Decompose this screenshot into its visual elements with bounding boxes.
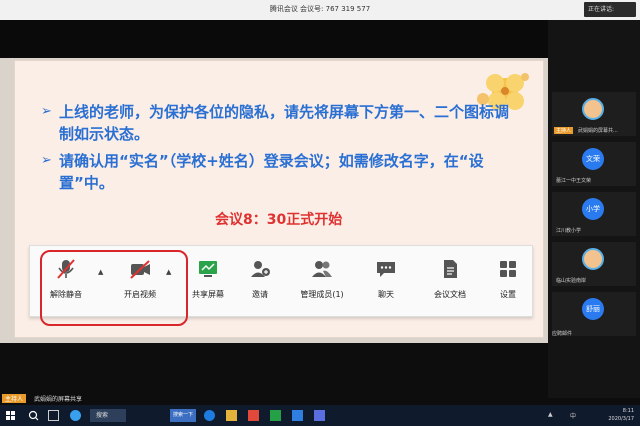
slide-card: ➢ 上线的老师，为保护各位的隐私，请先将屏幕下方第一、二个图标调制如示状态。 ➢… xyxy=(14,60,544,338)
instruction-text: 上线的老师，为保护各位的隐私，请先将屏幕下方第一、二个图标调制如示状态。 xyxy=(59,103,510,143)
meeting-docs-button[interactable]: 会议文档 xyxy=(420,258,480,300)
instruction-item: ➢ 请确认用“实名”（学校+姓名）登录会议；如需修改名字，在“设置”中。 xyxy=(41,150,511,194)
search-icon[interactable] xyxy=(28,410,39,421)
bullet-arrow-icon: ➢ xyxy=(41,153,52,168)
meeting-docs-label: 会议文档 xyxy=(434,290,466,299)
participant-list-tag-text: 应聘邮件 xyxy=(552,331,573,337)
taskbar-search-box[interactable]: 搜索 xyxy=(90,409,126,422)
app-icon[interactable] xyxy=(314,410,325,421)
video-options-caret-icon[interactable]: ▲ xyxy=(166,268,171,276)
invite-button[interactable]: 邀请 xyxy=(230,258,290,300)
meeting-title: 腾讯会议 会议号: 767 319 577 xyxy=(269,5,371,13)
start-video-label: 开启视频 xyxy=(124,290,156,299)
browser-icon[interactable] xyxy=(70,410,81,421)
video-off-icon xyxy=(130,260,150,279)
settings-label: 设置 xyxy=(500,290,516,299)
network-icon[interactable]: ▲ xyxy=(548,411,553,418)
muted-mic-icon xyxy=(57,259,75,279)
participant-name: 蕾江一中王文荣 xyxy=(556,178,592,184)
input-language[interactable]: 中 xyxy=(570,411,576,420)
share-screen-label: 共享屏幕 xyxy=(192,290,224,299)
manage-members-label: 管理成员(1) xyxy=(300,290,344,299)
settings-grid-icon xyxy=(500,261,516,277)
chat-icon xyxy=(377,262,395,277)
host-tag: 主持人 xyxy=(2,394,27,403)
taskbar-clock[interactable]: 8:11 2020/3/17 xyxy=(608,407,634,423)
members-icon xyxy=(312,261,332,277)
bullet-arrow-icon: ➢ xyxy=(41,104,52,119)
app-icon[interactable] xyxy=(248,410,259,421)
avatar: 文荣 xyxy=(582,148,604,170)
task-view-icon[interactable] xyxy=(48,410,59,421)
windows-taskbar: 搜索 搜索一下 ▲ 中 8:11 2020/3/17 xyxy=(0,405,640,426)
participant-name: 武娟娟的屏幕共... xyxy=(578,128,618,134)
share-status-text: 武娟娟的屏幕共享 xyxy=(34,396,83,403)
screen: 腾讯会议 会议号: 767 319 577 正在讲话: ➢ 上线的老师，为保护各… xyxy=(0,0,640,426)
start-time-notice: 会议8：30正式开始 xyxy=(215,212,343,228)
share-screen-button[interactable]: 共享屏幕 xyxy=(178,258,238,300)
unmute-label: 解除静音 xyxy=(50,290,82,299)
invite-icon xyxy=(251,261,270,277)
app-icon[interactable] xyxy=(270,410,281,421)
participant-name: 临山实验南岸 xyxy=(556,278,587,284)
chat-label: 聊天 xyxy=(378,290,394,299)
chat-button[interactable]: 聊天 xyxy=(356,258,416,300)
clock-date: 2020/3/17 xyxy=(608,416,634,422)
search-button[interactable]: 搜索一下 xyxy=(170,409,196,422)
audio-options-caret-icon[interactable]: ▲ xyxy=(98,268,103,276)
host-badge: 主持人 xyxy=(554,127,574,134)
participant-tile[interactable]: 文荣 蕾江一中王文荣 xyxy=(552,142,636,186)
avatar: 舒丽 xyxy=(582,298,604,320)
instruction-text: 请确认用“实名”（学校+姓名）登录会议；如需修改名字，在“设置”中。 xyxy=(59,152,484,192)
participant-panel: 主持人 武娟娟的屏幕共... 文荣 蕾江一中王文荣 小学 江川教小学 临山实验南… xyxy=(548,20,640,398)
manage-members-button[interactable]: 管理成员(1) xyxy=(292,258,352,300)
file-explorer-icon[interactable] xyxy=(226,410,237,421)
speaking-indicator: 正在讲话: xyxy=(584,2,636,17)
avatar: 小学 xyxy=(582,198,604,220)
start-video-button[interactable]: 开启视频 xyxy=(110,258,170,300)
unmute-button[interactable]: 解除静音 xyxy=(36,258,96,300)
participant-tile[interactable]: 小学 江川教小学 xyxy=(552,192,636,236)
meeting-title-bar: 腾讯会议 会议号: 767 319 577 正在讲话: xyxy=(0,0,640,20)
invite-label: 邀请 xyxy=(252,290,268,299)
document-icon xyxy=(444,260,457,278)
edge-icon[interactable] xyxy=(204,410,215,421)
clock-time: 8:11 xyxy=(622,408,634,414)
meeting-toolbar-screenshot: 解除静音 ▲ 开启视频 ▲ 共享屏幕 邀请 管理成员(1) 聊天 会议文档 设置 xyxy=(29,245,533,326)
participant-list-tag: 应聘邮件 xyxy=(552,330,572,394)
slide-instructions: ➢ 上线的老师，为保护各位的隐私，请先将屏幕下方第一、二个图标调制如示状态。 ➢… xyxy=(41,101,511,199)
settings-button[interactable]: 设置 xyxy=(478,258,538,300)
windows-start-icon[interactable] xyxy=(6,411,15,420)
avatar xyxy=(582,248,604,270)
participant-name: 江川教小学 xyxy=(556,228,582,234)
stage-top-band xyxy=(0,20,548,58)
participant-tile[interactable]: 临山实验南岸 xyxy=(552,242,636,286)
participant-tile[interactable]: 主持人 武娟娟的屏幕共... xyxy=(552,92,636,136)
screen-share-status-bar: 主持人 武娟娟的屏幕共享 xyxy=(0,393,548,405)
shared-screen: ➢ 上线的老师，为保护各位的隐私，请先将屏幕下方第一、二个图标调制如示状态。 ➢… xyxy=(0,58,548,343)
instruction-item: ➢ 上线的老师，为保护各位的隐私，请先将屏幕下方第一、二个图标调制如示状态。 xyxy=(41,101,511,145)
meeting-app-icon[interactable] xyxy=(292,410,303,421)
avatar xyxy=(582,98,604,120)
share-screen-icon xyxy=(199,261,217,277)
